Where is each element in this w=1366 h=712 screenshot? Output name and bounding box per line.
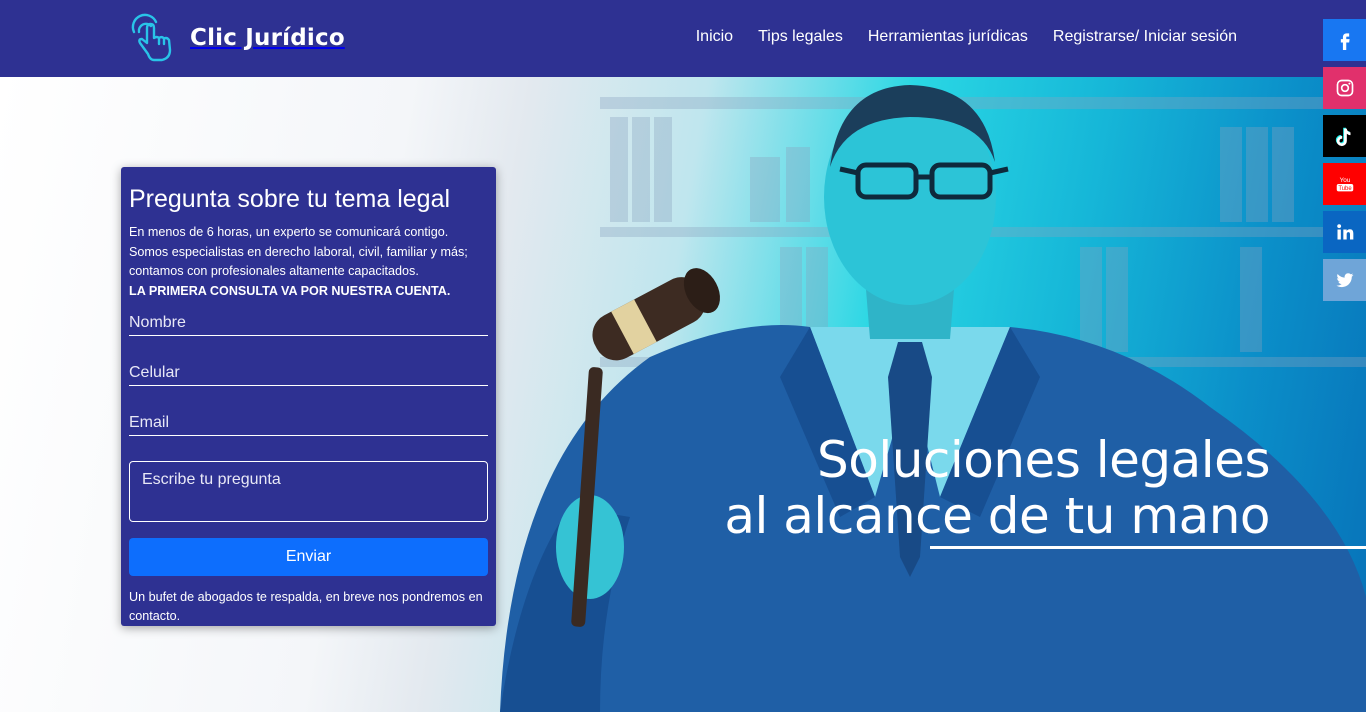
- nav-item-registrarse[interactable]: Registrarse/ Iniciar sesión: [1053, 27, 1237, 47]
- top-navbar: Clic Jurídico Inicio Tips legales Herram…: [0, 0, 1366, 77]
- name-field[interactable]: [129, 313, 488, 332]
- youtube-icon: You Tube: [1336, 177, 1353, 192]
- form-footnote: Un bufet de abogados te respalda, en bre…: [129, 589, 483, 623]
- twitter-icon: [1336, 273, 1353, 288]
- phone-field[interactable]: [129, 363, 488, 382]
- instagram-link[interactable]: [1323, 67, 1366, 109]
- nav-item-herramientas-juridicas[interactable]: Herramientas jurídicas: [868, 27, 1028, 47]
- social-sidebar: You Tube: [1323, 19, 1366, 307]
- tagline-underline: [930, 546, 1366, 549]
- name-field-wrapper: [129, 300, 488, 336]
- main-nav: Inicio Tips legales Herramientas jurídic…: [696, 27, 1237, 47]
- form-description-line1: En menos de 6 horas, un experto se comun…: [129, 225, 449, 239]
- tiktok-link[interactable]: [1323, 115, 1366, 157]
- brand-name: Clic Jurídico: [190, 25, 345, 51]
- nav-item-inicio[interactable]: Inicio: [696, 27, 733, 47]
- send-button[interactable]: Enviar: [129, 537, 488, 576]
- svg-text:Tube: Tube: [1338, 186, 1352, 192]
- question-textarea[interactable]: [142, 470, 475, 512]
- phone-field-wrapper: [129, 336, 488, 386]
- form-description-line3: contamos con profesionales altamente cap…: [129, 264, 419, 278]
- form-title: Pregunta sobre tu tema legal: [129, 185, 451, 213]
- form-promo: LA PRIMERA CONSULTA VA POR NUESTRA CUENT…: [129, 283, 451, 298]
- linkedin-link[interactable]: [1323, 211, 1366, 253]
- instagram-icon: [1336, 79, 1353, 97]
- brand-logo[interactable]: Clic Jurídico: [126, 10, 345, 66]
- svg-text:You: You: [1339, 177, 1350, 184]
- youtube-link[interactable]: You Tube: [1323, 163, 1366, 205]
- question-form: Pregunta sobre tu tema legal En menos de…: [121, 167, 496, 626]
- email-field-wrapper: [129, 386, 488, 436]
- nav-item-tips-legales[interactable]: Tips legales: [758, 27, 843, 47]
- hero-tagline-line2: al alcance de tu mano: [724, 487, 1270, 545]
- lawyer-with-gavel-image: [500, 85, 1366, 712]
- email-field[interactable]: [129, 413, 488, 432]
- form-description-line2: Somos especialistas en derecho laboral, …: [129, 244, 468, 259]
- question-box: [129, 460, 488, 522]
- tiktok-icon: [1335, 127, 1350, 147]
- facebook-link[interactable]: [1323, 19, 1366, 61]
- twitter-link[interactable]: [1323, 259, 1366, 301]
- facebook-icon: [1340, 33, 1350, 50]
- linkedin-icon: [1336, 224, 1353, 240]
- hero-tagline: Soluciones legales al alcance de tu mano: [724, 432, 1270, 544]
- hand-click-icon: [131, 13, 172, 62]
- hero-tagline-line1: Soluciones legales: [816, 431, 1271, 489]
